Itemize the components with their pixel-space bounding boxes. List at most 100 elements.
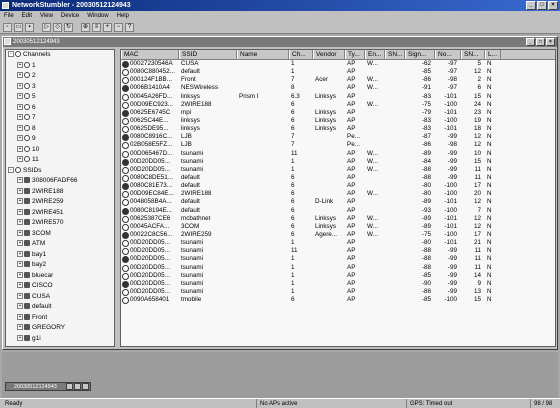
table-row[interactable]: 0080C81E73... default 6 AP -80 -100 17 N [121, 182, 555, 191]
tree-item[interactable]: +3COM [6, 229, 114, 240]
table-row[interactable]: 00045ACFA... 3COM 6 Linksys AP W... -89 -101 12 N [121, 223, 555, 231]
list-icon[interactable]: ≡ [92, 22, 101, 32]
column-header[interactable]: SN... [385, 50, 405, 59]
column-header[interactable]: SN... [461, 50, 485, 59]
expand-icon[interactable]: + [17, 145, 23, 152]
expand-icon[interactable]: + [17, 72, 23, 79]
table-row[interactable]: 00D09EC923... 2WIRE188 6 AP W... -75 -100 24 N [121, 101, 555, 109]
tree-item[interactable]: - Channels [6, 50, 114, 61]
ap-list[interactable]: MAC SSID Name Ch... Vendor Ty... En... SN... Sig… [120, 49, 556, 347]
table-row[interactable]: 0080C880452... default 1 AP -85 -97 12 N [121, 68, 555, 77]
table-row[interactable]: 00D20DD05... tsunami 1 AP -88 -99 11 N [121, 264, 555, 272]
expand-icon[interactable]: + [17, 124, 23, 131]
menu-window[interactable]: Window [87, 11, 108, 21]
collapse-icon[interactable]: - [8, 166, 14, 173]
tree-item[interactable]: + bay2 [6, 260, 114, 271]
expand-icon[interactable]: + [17, 82, 23, 89]
play-icon[interactable]: ▷ [42, 22, 51, 32]
table-row[interactable]: 00D20DD05... tsunami 1 AP -88 -99 11 N [121, 255, 555, 264]
expand-icon[interactable]: + [17, 61, 23, 68]
tree-item[interactable]: +8 [6, 124, 114, 135]
expand-icon[interactable]: + [17, 334, 23, 341]
table-row[interactable]: 0080C8194E... default 6 AP -93 -100 7 N [121, 207, 555, 215]
expand-icon[interactable]: + [17, 303, 23, 310]
expand-icon[interactable]: + [17, 250, 23, 257]
table-row[interactable]: 00D20DD05... tsunami 11 AP -88 -99 11 N [121, 247, 555, 256]
tree-item[interactable]: + ATM [6, 239, 114, 250]
tree-item[interactable]: +2WIRE188 [6, 187, 114, 198]
tree-item[interactable]: + g1i [6, 334, 114, 345]
doc-close-button[interactable]: × [546, 38, 555, 46]
table-row[interactable]: 0048058B4A... default 6 D-Link AP -89 -101 12 N [121, 198, 555, 207]
column-header[interactable]: En... [365, 50, 385, 59]
tree-item[interactable]: +5 [6, 92, 114, 103]
table-row[interactable]: 00D20DD05... tsunami 1 AP -86 -99 13 N [121, 288, 555, 297]
zoom-in-icon[interactable]: + [103, 22, 112, 32]
column-header[interactable]: Vendor [313, 50, 345, 59]
menu-view[interactable]: View [40, 11, 53, 21]
column-header[interactable]: Sign... [405, 50, 435, 59]
expand-icon[interactable]: + [17, 282, 23, 289]
table-row[interactable]: 00625387CE6 mcbathnet 6 Linksys AP W... -89 -10… [121, 215, 555, 223]
channel-tree[interactable]: - Channels +1 +2 +3 +5 +6 +7 +8 +9 +10 +11- SSIDs +30… [5, 49, 115, 347]
table-row[interactable]: 00D20DD05... tsunami 1 AP W... -88 -99 11 N [121, 166, 555, 174]
table-row[interactable]: 02B058E5FZ... LJB 7 Pe... -86 -98 12 N [121, 141, 555, 150]
tree-item[interactable]: + bay1 [6, 250, 114, 261]
table-row[interactable]: 0090A658401 tmobile 6 AP -85 -100 15 N [121, 296, 555, 305]
column-header[interactable]: No... [435, 50, 461, 59]
tree-item[interactable]: + Front [6, 313, 114, 324]
expand-icon[interactable]: + [17, 261, 23, 268]
tree-item[interactable]: + default [6, 302, 114, 313]
table-row[interactable]: 00022C8C56... 2WIRE259 6 Agere... AP W... -75 -… [121, 231, 555, 240]
menu-file[interactable]: File [4, 11, 14, 21]
refresh-icon[interactable]: ↻ [64, 22, 73, 32]
max-button[interactable] [74, 383, 81, 390]
tree-item[interactable]: + CUSA [6, 292, 114, 303]
expand-icon[interactable]: + [17, 292, 23, 299]
table-row[interactable]: 00027230546A CUSA 1 AP W... -62 -97 5 N [121, 60, 555, 69]
table-row[interactable]: 000124F1BB... Front 7 Acer AP W... -86 -98 2 N [121, 76, 555, 85]
minimize-button[interactable]: _ [526, 1, 536, 10]
tree-item[interactable]: + CISCO [6, 281, 114, 292]
tree-item[interactable]: +11 [6, 155, 114, 166]
new-icon[interactable]: ▫ [3, 22, 12, 32]
tree-item[interactable]: +6 [6, 103, 114, 114]
expand-icon[interactable]: + [17, 240, 23, 247]
column-header[interactable]: Ty... [345, 50, 365, 59]
tree-item[interactable]: - SSIDs [6, 166, 114, 177]
table-row[interactable]: 00D09EC84E... 2WIRE188 6 AP W... -80 -100 20 N [121, 190, 555, 199]
expand-icon[interactable]: + [17, 135, 23, 142]
zoom-out-icon[interactable]: − [114, 22, 123, 32]
tree-item[interactable]: +9 [6, 134, 114, 145]
table-row[interactable]: 0006B1410A4 NESWireless 8 AP W... -91 -97 6 N [121, 84, 555, 93]
expand-icon[interactable]: + [17, 156, 23, 163]
tree-item[interactable]: + bluecar [6, 271, 114, 282]
open-icon[interactable]: ▭ [14, 22, 23, 32]
table-row[interactable]: 00D20DD05... tsunami 1 AP -80 -101 21 N [121, 239, 555, 248]
menu-edit[interactable]: Edit [22, 11, 32, 21]
expand-icon[interactable]: + [17, 324, 23, 331]
doc-minimize-button[interactable]: _ [526, 38, 535, 46]
close-min-button[interactable] [82, 383, 89, 390]
expand-icon[interactable]: + [17, 313, 23, 320]
tree-item[interactable]: +2WIRE259 [6, 197, 114, 208]
tree-item[interactable]: +7 [6, 113, 114, 124]
minimized-window[interactable]: 20030512124943 [5, 382, 91, 391]
close-button[interactable]: × [548, 1, 558, 10]
expand-icon[interactable]: + [17, 114, 23, 121]
menu-device[interactable]: Device [61, 11, 79, 21]
gps-icon[interactable]: ⊕ [81, 22, 90, 32]
tree-item[interactable]: + GREGORY [6, 323, 114, 334]
table-row[interactable]: 00D20DD05... tsunami 1 AP -90 -99 9 N [121, 280, 555, 288]
tree-item[interactable]: +2WIRE570 [6, 218, 114, 229]
expand-icon[interactable]: + [17, 198, 23, 205]
save-icon[interactable]: ▪ [25, 22, 34, 32]
table-row[interactable]: 00D065467D... tsunami 11 AP W... -89 -99 10 N [121, 150, 555, 158]
tree-item[interactable]: +308006FADF66 [6, 176, 114, 187]
expand-icon[interactable]: + [17, 208, 23, 215]
expand-icon[interactable]: + [17, 271, 23, 278]
help-icon[interactable]: ? [125, 22, 134, 32]
column-header[interactable]: Ch... [289, 50, 313, 59]
table-row[interactable]: 00D20DD05... tsunami 1 AP -85 -99 14 N [121, 272, 555, 280]
menu-help[interactable]: Help [117, 11, 129, 21]
